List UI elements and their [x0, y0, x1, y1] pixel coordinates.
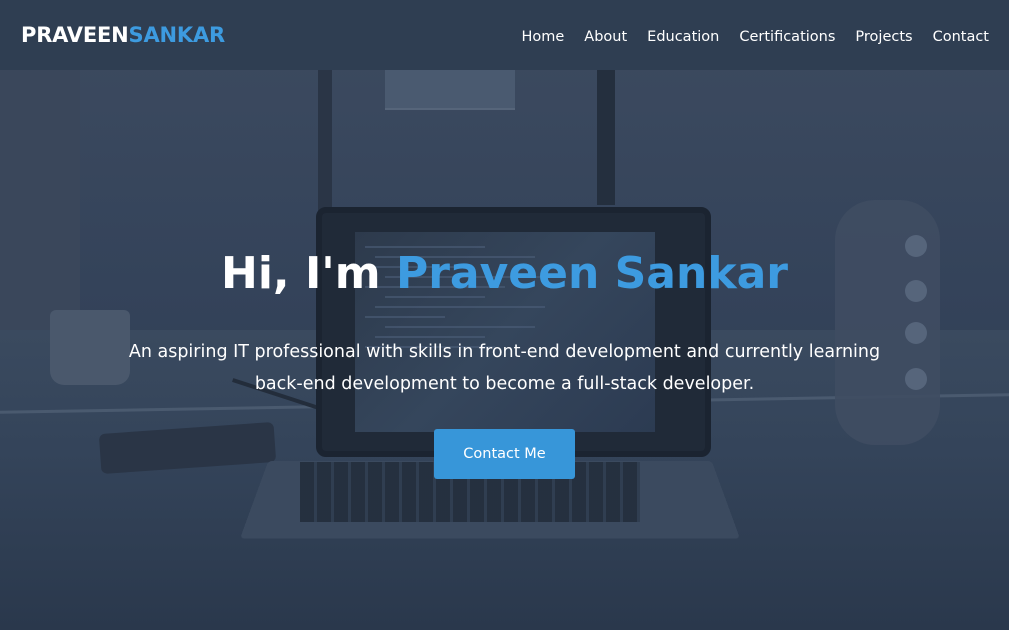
hero-name: Praveen Sankar: [395, 248, 788, 299]
background-monitor-stand: [597, 70, 615, 205]
nav-link-certifications[interactable]: Certifications: [739, 29, 835, 45]
nav-links: Home About Education Certifications Proj…: [501, 26, 989, 45]
nav-link-education[interactable]: Education: [647, 29, 719, 45]
hero-content: Hi, I'm Praveen Sankar An aspiring IT pr…: [0, 248, 1009, 479]
background-picture-frame: [385, 70, 515, 110]
hero-greeting: Hi, I'm: [221, 248, 381, 299]
logo-first-name: PRAVEEN: [21, 23, 129, 47]
nav-link-about[interactable]: About: [584, 29, 627, 45]
top-navbar: PRAVEENSANKAR Home About Education Certi…: [0, 0, 1009, 70]
hero-tagline: An aspiring IT professional with skills …: [128, 342, 881, 394]
contact-me-button[interactable]: Contact Me: [434, 429, 575, 479]
hero-headline: Hi, I'm Praveen Sankar: [0, 248, 1009, 300]
nav-link-contact[interactable]: Contact: [933, 29, 989, 45]
logo-last-name: SANKAR: [128, 23, 226, 47]
nav-link-projects[interactable]: Projects: [855, 29, 912, 45]
nav-link-home[interactable]: Home: [521, 29, 564, 45]
site-logo[interactable]: PRAVEENSANKAR: [21, 23, 225, 47]
